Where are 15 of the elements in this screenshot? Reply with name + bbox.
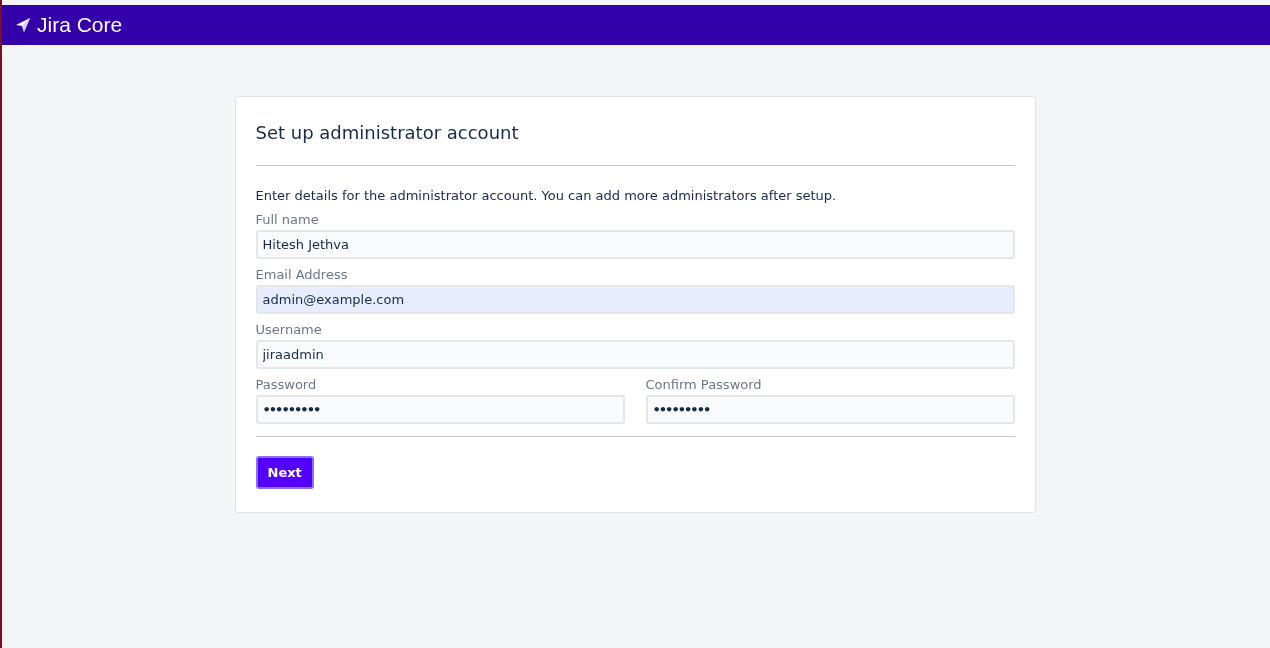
input-field[interactable]: admin@example.com	[255, 285, 1015, 314]
next-button[interactable]: Next	[255, 456, 314, 489]
input-field[interactable]: Hitesh Jethva	[255, 230, 1015, 259]
input-field[interactable]: jiraadmin	[255, 340, 1015, 369]
field-label: Email Address	[255, 267, 349, 282]
field-label: Password	[255, 377, 318, 392]
logo-icon	[15, 17, 31, 33]
field-label: Username	[255, 322, 323, 337]
field-label: Full name	[255, 212, 320, 227]
product-logo-link[interactable]: Jira Core	[15, 13, 123, 37]
password-field[interactable]: •••••••••	[645, 395, 1015, 424]
password-field[interactable]: •••••••••	[255, 395, 625, 424]
form-title: Set up administrator account	[255, 122, 520, 143]
field-label: Confirm Password	[645, 377, 763, 392]
intro-text: Enter details for the administrator account. You can add more administrators after setup.	[255, 188, 838, 203]
